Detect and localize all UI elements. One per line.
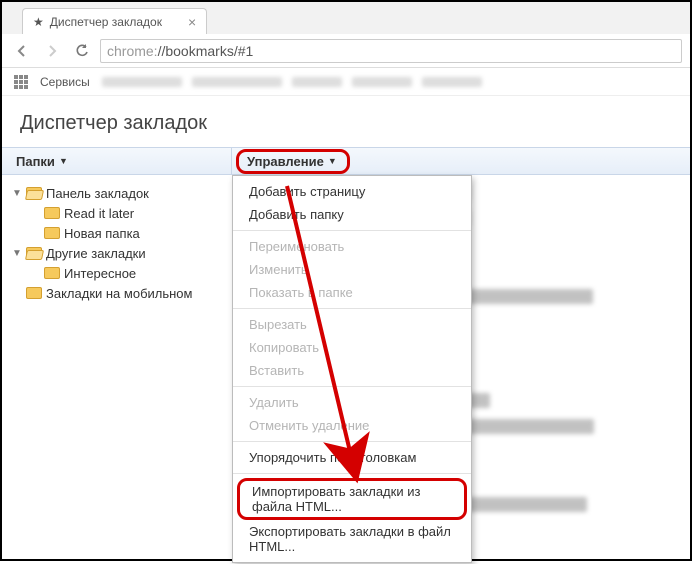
bookmark-list: Добавить страницу Добавить папку Переиме… <box>232 175 690 564</box>
menu-separator <box>233 473 471 474</box>
menu-separator <box>233 441 471 442</box>
folder-open-icon <box>26 247 42 259</box>
menu-add-page[interactable]: Добавить страницу <box>233 180 471 203</box>
folders-label: Папки <box>16 154 55 169</box>
chevron-down-icon[interactable]: ▼ <box>12 188 22 199</box>
folder-open-icon <box>26 187 42 199</box>
browser-tabstrip: ★ Диспетчер закладок × <box>2 2 690 34</box>
menu-add-folder[interactable]: Добавить папку <box>233 203 471 226</box>
apps-icon[interactable] <box>14 75 28 89</box>
folder-icon <box>26 287 42 299</box>
menu-export-html[interactable]: Экспортировать закладки в файл HTML... <box>233 520 471 558</box>
folder-icon <box>44 227 60 239</box>
tree-label: Read it later <box>64 206 134 221</box>
caret-down-icon: ▼ <box>59 156 68 166</box>
menu-import-html[interactable]: Импортировать закладки из файла HTML... <box>237 478 467 520</box>
tree-label: Закладки на мобильном <box>46 286 192 301</box>
page-title: Диспетчер закладок <box>2 96 690 147</box>
menu-sort[interactable]: Упорядочить по заголовкам <box>233 446 471 469</box>
menu-copy: Копировать <box>233 336 471 359</box>
content-area: ▼ Панель закладок Read it later Новая па… <box>2 175 690 564</box>
menu-paste: Вставить <box>233 359 471 382</box>
tree-label: Новая папка <box>64 226 140 241</box>
close-icon[interactable]: × <box>188 14 196 30</box>
reload-button[interactable] <box>70 39 94 63</box>
bookmarks-bar: Сервисы <box>2 68 690 96</box>
tree-node[interactable]: Read it later <box>8 203 226 223</box>
tree-node[interactable]: ▼ Панель закладок <box>8 183 226 203</box>
forward-button[interactable] <box>40 39 64 63</box>
menu-cut: Вырезать <box>233 313 471 336</box>
url-scheme: chrome: <box>107 43 158 59</box>
manage-label: Управление <box>247 154 324 169</box>
menu-separator <box>233 230 471 231</box>
browser-toolbar: chrome://bookmarks/#1 <box>2 34 690 68</box>
folder-icon <box>44 207 60 219</box>
column-headers: Папки ▼ Управление ▼ <box>2 147 690 175</box>
tree-label: Другие закладки <box>46 246 146 261</box>
menu-rename: Переименовать <box>233 235 471 258</box>
star-icon: ★ <box>33 15 44 29</box>
menu-edit: Изменить <box>233 258 471 281</box>
tree-node[interactable]: Интересное <box>8 263 226 283</box>
tab-title: Диспетчер закладок <box>50 15 162 29</box>
tree-node[interactable]: Новая папка <box>8 223 226 243</box>
chevron-down-icon[interactable]: ▼ <box>12 248 22 259</box>
menu-separator <box>233 386 471 387</box>
folders-dropdown[interactable]: Папки ▼ <box>16 154 68 169</box>
address-bar[interactable]: chrome://bookmarks/#1 <box>100 39 682 63</box>
menu-show-in-folder: Показать в папке <box>233 281 471 304</box>
tree-label: Интересное <box>64 266 136 281</box>
folder-tree: ▼ Панель закладок Read it later Новая па… <box>2 175 232 564</box>
folder-icon <box>44 267 60 279</box>
browser-tab[interactable]: ★ Диспетчер закладок × <box>22 8 207 34</box>
tree-node[interactable]: Закладки на мобильном <box>8 283 226 303</box>
manage-dropdown[interactable]: Управление ▼ <box>236 149 350 174</box>
tree-label: Панель закладок <box>46 186 149 201</box>
tree-node[interactable]: ▼ Другие закладки <box>8 243 226 263</box>
services-link[interactable]: Сервисы <box>40 75 90 89</box>
menu-delete: Удалить <box>233 391 471 414</box>
back-button[interactable] <box>10 39 34 63</box>
url-path: //bookmarks/#1 <box>158 43 254 59</box>
caret-down-icon: ▼ <box>328 156 337 166</box>
bookmark-bar-items <box>102 77 482 87</box>
menu-separator <box>233 308 471 309</box>
menu-undo-delete: Отменить удаление <box>233 414 471 437</box>
manage-menu: Добавить страницу Добавить папку Переиме… <box>232 175 472 563</box>
